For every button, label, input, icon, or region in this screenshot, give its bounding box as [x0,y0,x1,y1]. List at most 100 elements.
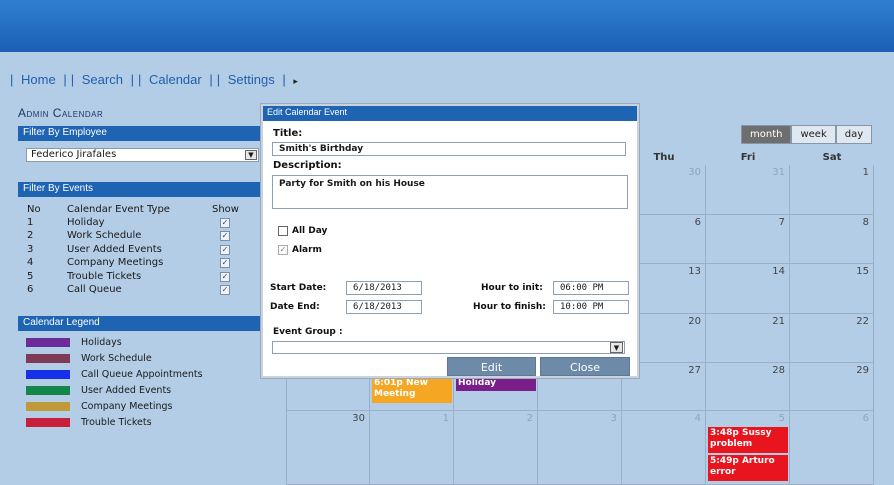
description-label: Description: [273,160,342,171]
start-date-input[interactable]: 6/18/2013 [346,281,422,295]
nav-separator: | [137,72,142,87]
day-view-button[interactable]: day [835,125,873,144]
legend-label: Company Meetings [81,401,173,412]
day-cell[interactable]: 6 [790,411,874,485]
day-number: 27 [688,365,701,376]
legend-header: Calendar Legend [18,316,270,331]
day-cell[interactable]: 4 [622,411,706,485]
dialog-header: Edit Calendar Event [263,106,637,121]
day-number: 13 [688,266,701,277]
alarm-checkbox[interactable]: ✓ [278,245,288,255]
holiday-event[interactable]: Holiday [456,377,536,391]
show-trouble-tickets-checkbox[interactable]: ✓ [220,271,230,282]
row-no: 5 [27,270,34,282]
close-button[interactable]: Close [540,357,630,376]
nav-separator: | [70,72,75,87]
chevron-down-icon[interactable]: ▼ [610,342,623,353]
day-number: 14 [772,266,785,277]
employee-select[interactable]: Federico Jirafales ▼ [26,148,259,162]
legend-swatch [26,338,70,347]
day-cell[interactable]: 1 [790,165,874,215]
month-view-button[interactable]: month [741,125,792,144]
day-cell[interactable]: 1 [370,411,454,485]
day-cell[interactable]: 28 [706,363,790,411]
day-number: 7 [778,217,785,228]
legend-label: Work Schedule [81,353,152,364]
day-number: 5 [778,413,785,424]
date-end-label: Date End: [270,302,320,312]
legend-swatch [26,354,70,363]
show-work-schedule-checkbox[interactable]: ✓ [220,231,230,242]
row-no: 6 [27,283,34,295]
day-number: 6 [862,413,869,424]
nav-home-link[interactable]: Home [21,72,56,87]
page-title: Admin Calendar [18,106,104,120]
day-cell[interactable]: 8 [790,215,874,264]
view-switcher: month week day [741,125,873,144]
filter-employee-header: Filter By Employee [18,126,270,141]
day-number: 15 [856,266,869,277]
day-number: 1 [862,167,869,178]
events-table-header: No Calendar Event Type Show [27,204,247,217]
day-cell[interactable]: 7 [706,215,790,264]
edit-event-dialog: Edit Calendar Event Title: Smith's Birth… [261,104,639,378]
nav-settings-link[interactable]: Settings [228,72,275,87]
nav-separator: | [209,72,213,87]
hour-finish-input[interactable]: 10:00 PM [553,300,629,314]
start-date-label: Start Date: [270,283,327,293]
day-number: 29 [856,365,869,376]
legend-swatch [26,370,70,379]
nav-arrow-icon[interactable]: ▸ [293,76,298,86]
chevron-down-icon[interactable]: ▼ [245,150,257,160]
day-cell[interactable]: 15 [790,264,874,314]
day-header-sat: Sat [822,152,842,163]
day-number: 22 [856,316,869,327]
week-view-button[interactable]: week [791,125,836,144]
day-cell[interactable]: 2 [454,411,538,485]
day-cell[interactable]: 30 [286,411,370,485]
day-number: 21 [772,316,785,327]
all-day-label: All Day [292,226,328,236]
row-no: 1 [27,217,34,228]
show-call-queue-checkbox[interactable]: ✓ [220,284,230,295]
edit-button[interactable]: Edit [447,357,536,376]
title-label: Title: [273,128,303,139]
ticket-event[interactable]: 3:48p Sussy problem [708,427,788,453]
row-type: User Added Events [67,243,162,255]
event-group-select[interactable]: ▼ [272,341,625,354]
date-end-input[interactable]: 6/18/2013 [346,300,422,314]
day-cell[interactable]: 21 [706,314,790,363]
table-row: 5 Trouble Tickets ✓ [27,271,247,284]
day-number: 4 [694,413,701,424]
all-day-checkbox[interactable] [278,226,288,236]
meeting-event[interactable]: 6:01p New Meeting [372,377,452,403]
day-cell[interactable]: 31 [706,165,790,215]
title-input[interactable]: Smith's Birthday [272,142,626,156]
show-user-events-checkbox[interactable]: ✓ [220,244,230,255]
day-number: 6 [694,217,701,228]
show-holiday-checkbox[interactable]: ✓ [220,218,230,228]
day-number: 2 [526,413,533,424]
day-cell[interactable]: 22 [790,314,874,363]
filter-events-header: Filter By Events [18,182,270,197]
show-company-meetings-checkbox[interactable]: ✓ [220,258,230,269]
nav-search-link[interactable]: Search [82,72,123,87]
row-type: Trouble Tickets [67,270,142,282]
nav-separator: | [63,72,67,87]
hour-init-label: Hour to init: [481,283,543,293]
hour-init-input[interactable]: 06:00 PM [553,281,629,295]
description-textarea[interactable]: Party for Smith on his House [272,175,628,209]
day-cell[interactable]: 29 [790,363,874,411]
table-row: 6 Call Queue ✓ [27,284,247,297]
nav-calendar-link[interactable]: Calendar [149,72,202,87]
day-cell[interactable]: 3 [538,411,622,485]
col-no: No [27,204,41,215]
day-number: 1 [442,413,449,424]
main-nav: | Home | | Search | | Calendar | | Settings… [10,72,302,87]
hour-finish-label: Hour to finish: [473,302,546,312]
top-banner [0,0,894,52]
nav-separator: | [10,72,14,87]
nav-separator: | [216,72,221,87]
ticket-event[interactable]: 5:49p Arturo error [708,455,788,481]
day-cell[interactable]: 14 [706,264,790,314]
